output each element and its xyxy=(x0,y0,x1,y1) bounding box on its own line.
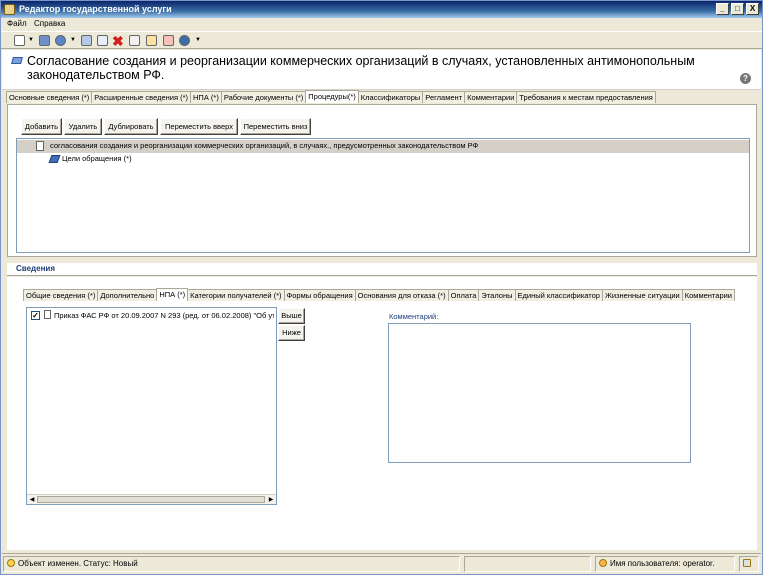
editor-window: Редактор государственной услуги _ □ X Фа… xyxy=(0,0,763,575)
tree-item-procedure[interactable]: согласования создания и реорганизации ко… xyxy=(17,140,749,153)
comment-label: Комментарий: xyxy=(389,312,439,321)
settings-dropdown-caret-icon[interactable]: ▼ xyxy=(70,37,76,43)
subtab-recipient-categories[interactable]: Категории получателей (*) xyxy=(187,289,285,301)
npa-item-checkbox[interactable]: ✓ xyxy=(31,311,40,320)
npa-item-label: Приказ ФАС РФ от 20.09.2007 N 293 (ред. … xyxy=(54,311,274,320)
page-title: Согласование создания и реорганизации ко… xyxy=(27,54,695,82)
tab-basic-info[interactable]: Основные сведения (*) xyxy=(6,91,93,103)
move-down-button[interactable]: Переместить вниз xyxy=(240,118,311,135)
delete-icon[interactable]: ✖ xyxy=(112,33,124,50)
scroll-right-icon[interactable]: ▶ xyxy=(267,496,275,504)
procedures-tree[interactable]: согласования создания и реорганизации ко… xyxy=(16,138,750,253)
subtab-npa[interactable]: НПА (*) xyxy=(156,288,189,301)
window-title: Редактор государственной услуги xyxy=(19,4,172,14)
app-icon xyxy=(4,4,15,15)
tab-npa[interactable]: НПА (*) xyxy=(190,91,222,103)
npa-list[interactable]: ✓ Приказ ФАС РФ от 20.09.2007 N 293 (ред… xyxy=(26,307,277,505)
scroll-left-icon[interactable]: ◀ xyxy=(28,496,36,504)
subtab-general[interactable]: Общие сведения (*) xyxy=(23,289,99,301)
status-user-text: Имя пользователя: operator. xyxy=(610,559,715,568)
print-icon[interactable] xyxy=(81,35,92,46)
new-dropdown-caret-icon[interactable]: ▼ xyxy=(28,37,34,43)
minimize-button[interactable]: _ xyxy=(716,3,729,15)
tab-classifiers[interactable]: Классификаторы xyxy=(357,91,424,103)
comment-textarea[interactable] xyxy=(388,323,691,463)
main-tabs: Основные сведения (*) Расширенные сведени… xyxy=(6,90,656,103)
status-icon xyxy=(7,559,15,567)
question-icon[interactable]: ? xyxy=(740,73,751,84)
duplicate-button[interactable]: Дублировать xyxy=(104,118,158,135)
paste-icon[interactable] xyxy=(129,35,140,46)
menu-help[interactable]: Справка xyxy=(34,19,65,28)
close-button[interactable]: X xyxy=(746,3,759,15)
subtab-payment[interactable]: Оплата xyxy=(447,289,480,301)
status-tool-cell[interactable] xyxy=(739,556,759,572)
service-header: Согласование создания и реорганизации ко… xyxy=(2,50,761,90)
copy-icon[interactable] xyxy=(97,35,108,46)
tab-place-requirements[interactable]: Требования к местам предоставления xyxy=(516,91,656,103)
subtab-life-situations[interactable]: Жизненные ситуации xyxy=(601,289,683,301)
help-dropdown-caret-icon[interactable]: ▼ xyxy=(195,37,201,43)
subtab-unified-classifier[interactable]: Единый классификатор xyxy=(514,289,603,301)
status-bar: Объект изменен. Статус: Новый Имя пользо… xyxy=(2,553,761,574)
document-icon xyxy=(44,310,51,319)
title-bar[interactable]: Редактор государственной услуги _ □ X xyxy=(1,1,762,18)
new-document-icon[interactable] xyxy=(14,35,25,46)
details-panel: Общие сведения (*) Дополнительно НПА (*) Ка… xyxy=(7,277,757,550)
menu-file[interactable]: Файл xyxy=(7,19,27,28)
tab-working-documents[interactable]: Рабочие документы (*) xyxy=(220,91,307,103)
horizontal-scrollbar[interactable]: ◀ ▶ xyxy=(27,494,276,504)
add-button[interactable]: Добавить xyxy=(21,118,62,135)
tab-procedures[interactable]: Процедуры(*) xyxy=(305,90,359,103)
report-icon[interactable] xyxy=(163,35,174,46)
status-message-text: Объект изменен. Статус: Новый xyxy=(18,559,138,568)
document-icon xyxy=(36,141,44,151)
export-icon[interactable] xyxy=(146,35,157,46)
move-up-npa-button[interactable]: Выше xyxy=(278,308,305,324)
status-message: Объект изменен. Статус: Новый xyxy=(3,556,460,572)
status-user: Имя пользователя: operator. xyxy=(595,556,735,572)
procedures-panel: Добавить Удалить Дублировать Переместить… xyxy=(7,104,757,257)
subtab-standards[interactable]: Эталоны xyxy=(478,289,516,301)
save-icon[interactable] xyxy=(39,35,50,46)
tab-regulation[interactable]: Регламент xyxy=(422,91,466,103)
book-icon xyxy=(48,155,61,163)
tree-item-goals-label: Цели обращения (*) xyxy=(62,154,132,163)
scrollbar-thumb[interactable] xyxy=(37,496,265,503)
status-empty-cell xyxy=(464,556,591,572)
details-section-title: Сведения xyxy=(7,263,757,276)
subtab-comments[interactable]: Комментарии xyxy=(681,289,735,301)
settings-icon[interactable] xyxy=(55,35,66,46)
subtab-additional[interactable]: Дополнительно xyxy=(97,289,158,301)
tree-item-procedure-label: согласования создания и реорганизации ко… xyxy=(50,141,479,150)
maximize-button[interactable]: □ xyxy=(731,3,744,15)
move-up-button[interactable]: Переместить вверх xyxy=(160,118,238,135)
toolbar: ▼ ▼ ✖ ▼ xyxy=(1,31,762,49)
details-tabs: Общие сведения (*) Дополнительно НПА (*) Ка… xyxy=(23,288,735,302)
tool-icon xyxy=(743,559,751,567)
tab-extended-info[interactable]: Расширенные сведения (*) xyxy=(91,91,192,103)
subtab-request-forms[interactable]: Формы обращения xyxy=(283,289,356,301)
delete-button[interactable]: Удалить xyxy=(64,118,102,135)
user-icon xyxy=(599,559,607,567)
help-icon[interactable] xyxy=(179,35,190,46)
move-down-npa-button[interactable]: Ниже xyxy=(278,325,305,341)
menu-bar: Файл Справка xyxy=(1,18,762,30)
subtab-refusal-grounds[interactable]: Основания для отказа (*) xyxy=(354,289,449,301)
service-icon xyxy=(11,57,23,64)
tab-comments[interactable]: Комментарии xyxy=(464,91,518,103)
